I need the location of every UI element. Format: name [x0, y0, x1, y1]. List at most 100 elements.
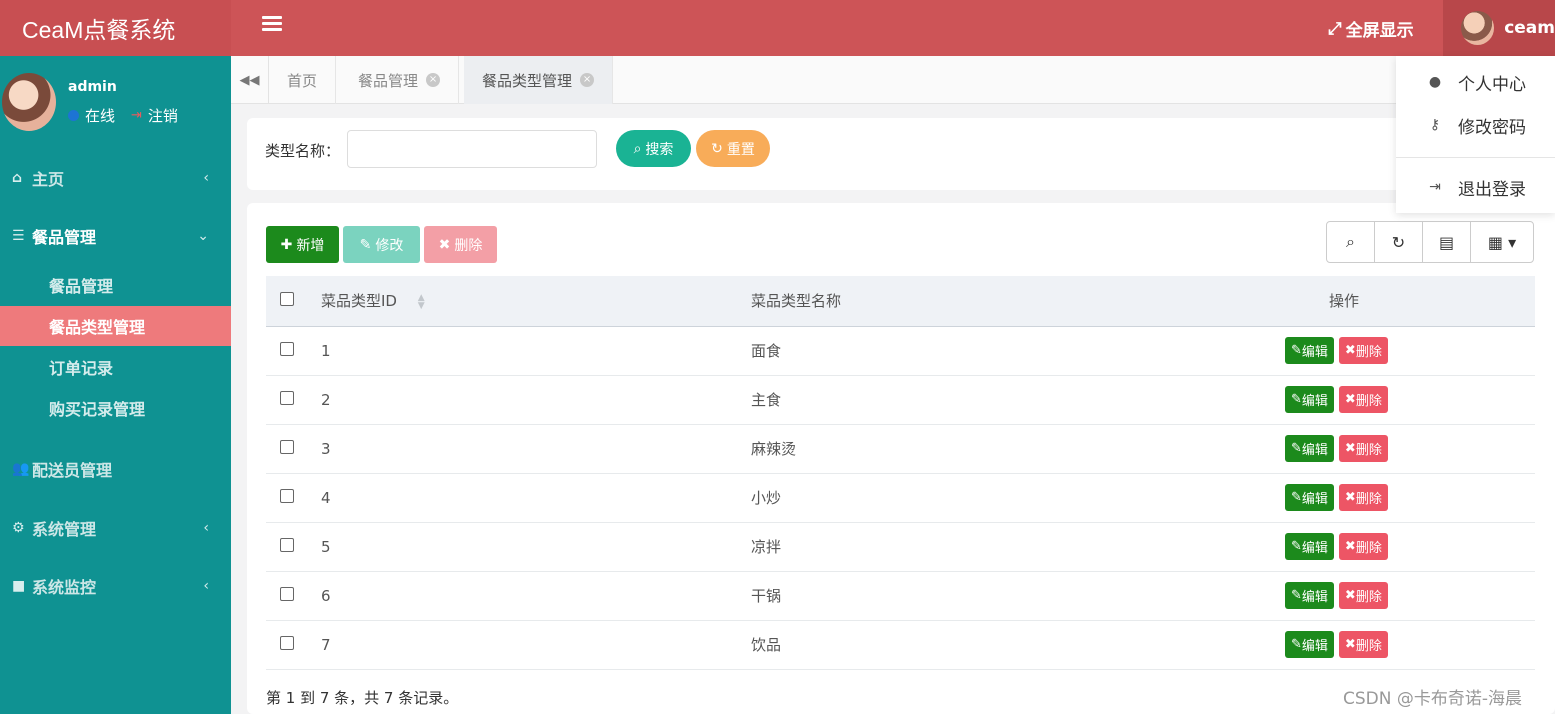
column-header-id[interactable]: 菜品类型ID ▲ ▼	[310, 276, 751, 327]
row-edit-button[interactable]: ✎ 编辑	[1285, 337, 1334, 364]
row-checkbox[interactable]	[280, 586, 294, 601]
cell-name: 干锅	[751, 571, 1185, 621]
fullscreen-button[interactable]: ⤢ 全屏显示	[1328, 16, 1414, 42]
row-edit-button[interactable]: ✎ 编辑	[1285, 435, 1334, 462]
refresh-icon[interactable]: ↻	[1375, 222, 1423, 262]
sidebar-item-system[interactable]: ⚙ 系统管理 ‹	[0, 508, 231, 548]
row-edit-button[interactable]: ✎ 编辑	[1285, 582, 1334, 609]
search-button[interactable]: ⌕ 搜索	[616, 130, 691, 167]
menu-item-change-password[interactable]: ⚷ 修改密码	[1396, 105, 1555, 145]
sidebar-item-label: 餐品管理	[32, 228, 97, 247]
edit-button[interactable]: ✎ 修改	[343, 226, 420, 263]
expand-icon: ⤢	[1328, 18, 1342, 39]
menu-item-logout[interactable]: ⇥ 退出登录	[1396, 167, 1555, 207]
user-menu-button[interactable]: ceam	[1443, 0, 1555, 56]
cell-name: 小炒	[751, 473, 1185, 523]
cell-actions: ✎ 编辑 ✖ 删除	[1185, 522, 1535, 572]
add-button[interactable]: ✚ 新增	[266, 226, 339, 263]
table-row[interactable]: 1 面食 ✎ 编辑 ✖ 删除	[266, 326, 1535, 376]
table-row[interactable]: 6 干锅 ✎ 编辑 ✖ 删除	[266, 571, 1535, 621]
sidebar-subitem-food[interactable]: 餐品管理	[0, 265, 231, 305]
tab-scroll-left-button[interactable]: ◀◀	[231, 56, 269, 104]
edit-icon: ✎	[1291, 490, 1302, 505]
row-checkbox[interactable]	[280, 390, 294, 405]
row-select-cell	[266, 375, 310, 425]
cell-actions: ✎ 编辑 ✖ 删除	[1185, 571, 1535, 621]
row-select-cell	[266, 571, 310, 621]
edit-icon: ✎	[1291, 441, 1302, 456]
row-checkbox[interactable]	[280, 537, 294, 552]
delete-button[interactable]: ✖ 删除	[424, 226, 497, 263]
table-row[interactable]: 2 主食 ✎ 编辑 ✖ 删除	[266, 375, 1535, 425]
menu-item-label: 个人中心	[1458, 74, 1526, 95]
gear-icon: ⚙	[12, 520, 25, 536]
chevron-left-icon: ‹	[203, 578, 209, 594]
row-delete-button[interactable]: ✖ 删除	[1338, 386, 1388, 413]
cell-name: 麻辣烫	[751, 424, 1185, 474]
row-delete-button[interactable]: ✖ 删除	[1338, 484, 1388, 511]
tab-bar: ◀◀ 首页 餐品管理 × 餐品类型管理 ×	[231, 56, 1555, 104]
table-row[interactable]: 7 饮品 ✎ 编辑 ✖ 删除	[266, 620, 1535, 670]
close-icon[interactable]: ×	[426, 73, 441, 87]
cell-id: 1	[310, 326, 751, 376]
sidebar-subitem-purchases[interactable]: 购买记录管理	[0, 388, 231, 428]
menu-item-label: 修改密码	[1458, 117, 1526, 138]
row-delete-button[interactable]: ✖ 删除	[1338, 533, 1388, 560]
sidebar-subitem-orders[interactable]: 订单记录	[0, 347, 231, 387]
edit-icon: ✎	[1291, 588, 1302, 603]
select-all-checkbox[interactable]	[280, 291, 294, 306]
row-delete-label: 删除	[1355, 394, 1382, 409]
row-delete-button[interactable]: ✖ 删除	[1338, 582, 1388, 609]
menu-toggle-icon[interactable]	[262, 16, 282, 34]
row-edit-button[interactable]: ✎ 编辑	[1285, 484, 1334, 511]
row-edit-button[interactable]: ✎ 编辑	[1285, 386, 1334, 413]
menu-item-profile[interactable]: ● 个人中心	[1396, 62, 1555, 102]
edit-icon: ✎	[1291, 637, 1302, 652]
sort-icon: ▲ ▼	[417, 292, 425, 311]
row-checkbox[interactable]	[280, 488, 294, 503]
table-row[interactable]: 4 小炒 ✎ 编辑 ✖ 删除	[266, 473, 1535, 523]
row-delete-button[interactable]: ✖ 删除	[1338, 435, 1388, 462]
search-icon: ⌕	[633, 140, 642, 157]
add-button-label: 新增	[296, 237, 325, 254]
sidebar-item-couriers[interactable]: 👥 配送员管理	[0, 449, 231, 489]
close-icon[interactable]: ×	[580, 73, 595, 87]
tab-food-type-management[interactable]: 餐品类型管理 ×	[464, 56, 614, 104]
columns-icon[interactable]: ▦ ▾	[1471, 222, 1533, 262]
row-checkbox[interactable]	[280, 439, 294, 454]
logout-link[interactable]: 注销	[148, 105, 178, 126]
sidebar-item-monitor[interactable]: ■ 系统监控 ‹	[0, 566, 231, 606]
cell-name: 面食	[751, 326, 1185, 376]
row-checkbox[interactable]	[280, 341, 294, 356]
row-delete-button[interactable]: ✖ 删除	[1338, 337, 1388, 364]
row-select-cell	[266, 326, 310, 376]
key-icon: ⚷	[1429, 117, 1441, 133]
row-edit-button[interactable]: ✎ 编辑	[1285, 533, 1334, 560]
row-edit-label: 编辑	[1301, 443, 1328, 458]
sign-out-icon: ⇥	[1429, 179, 1441, 195]
row-edit-label: 编辑	[1301, 590, 1328, 605]
search-toggle-icon[interactable]: ⌕	[1327, 222, 1375, 262]
type-name-input[interactable]	[347, 130, 597, 168]
tab-food-management[interactable]: 餐品管理 ×	[340, 56, 460, 104]
sidebar-item-home[interactable]: ⌂ 主页 ‹	[0, 158, 231, 198]
plus-icon: ✚	[280, 236, 293, 253]
search-button-label: 搜索	[645, 141, 674, 158]
row-edit-button[interactable]: ✎ 编辑	[1285, 631, 1334, 658]
table-row[interactable]: 5 凉拌 ✎ 编辑 ✖ 删除	[266, 522, 1535, 572]
table-row[interactable]: 3 麻辣烫 ✎ 编辑 ✖ 删除	[266, 424, 1535, 474]
sidebar-subitem-food-type[interactable]: 餐品类型管理	[0, 306, 231, 346]
brand-title[interactable]: CeaM点餐系统	[0, 0, 231, 56]
logout-icon[interactable]: ⇥	[131, 108, 142, 123]
row-edit-label: 编辑	[1301, 394, 1328, 409]
row-checkbox[interactable]	[280, 635, 294, 650]
video-icon: ■	[12, 578, 26, 594]
row-delete-label: 删除	[1355, 639, 1382, 654]
row-delete-button[interactable]: ✖ 删除	[1338, 631, 1388, 658]
row-select-cell	[266, 424, 310, 474]
reset-button[interactable]: ↻ 重置	[696, 130, 770, 167]
card-view-icon[interactable]: ▤	[1423, 222, 1471, 262]
users-icon: 👥	[12, 461, 30, 477]
sidebar-item-food-management[interactable]: ☰ 餐品管理 ⌄	[0, 216, 231, 256]
tab-home[interactable]: 首页	[269, 56, 337, 104]
